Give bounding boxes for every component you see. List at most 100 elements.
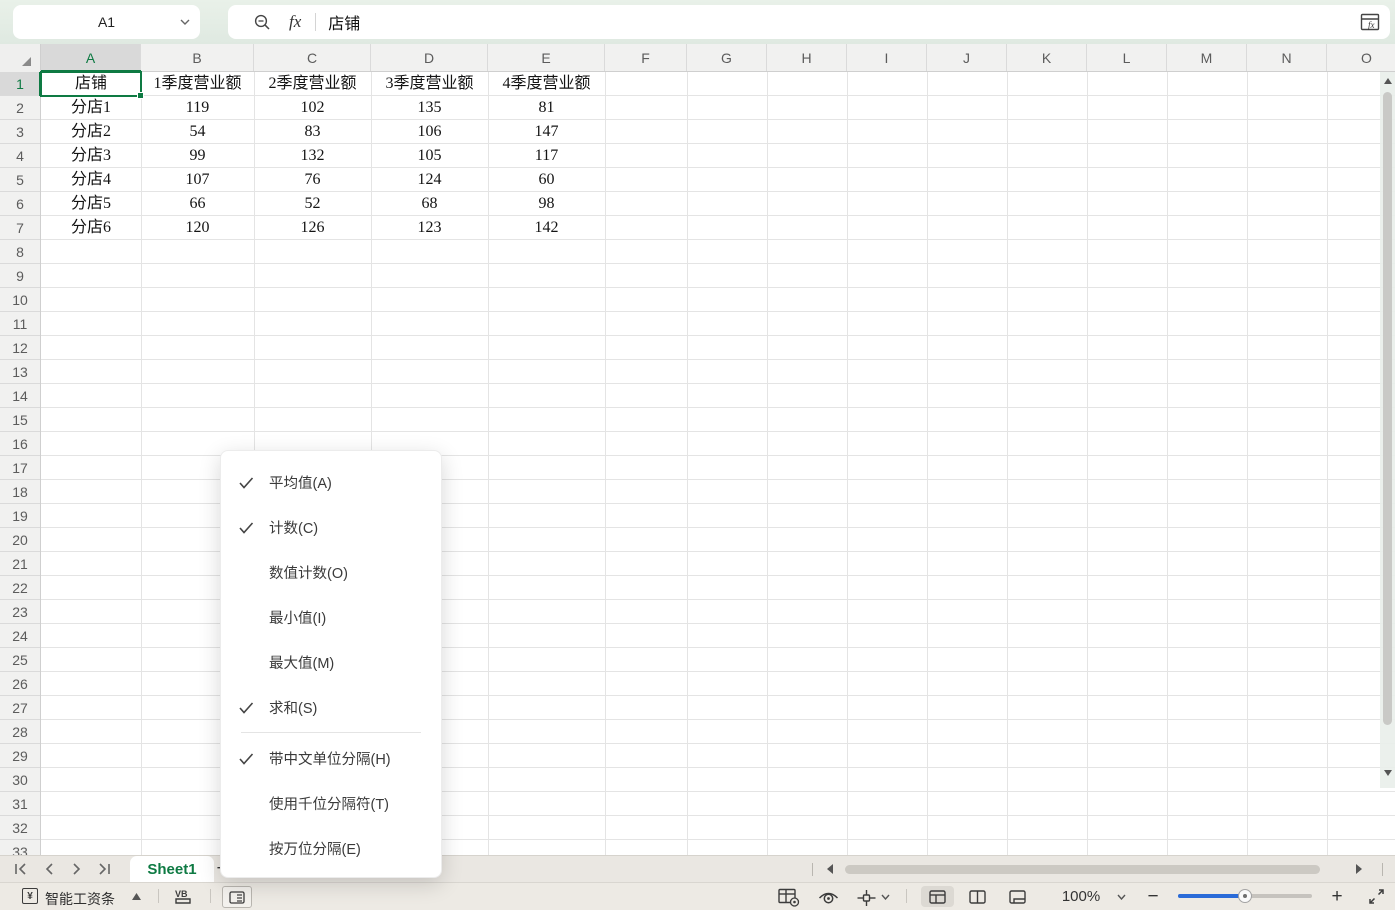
cell-B6[interactable]: 66 [141, 192, 254, 216]
row-header-21[interactable]: 21 [0, 552, 40, 576]
cell-A6[interactable]: 分店5 [41, 192, 141, 216]
row-header-1[interactable]: 1 [0, 72, 40, 96]
horizontal-scrollbar-thumb[interactable] [845, 865, 1320, 874]
cell-C5[interactable]: 76 [254, 168, 371, 192]
search-icon[interactable] [254, 14, 271, 31]
zoom-out-button[interactable]: − [1144, 887, 1162, 906]
cell-E1[interactable]: 4季度营业额 [488, 72, 605, 96]
row-header-19[interactable]: 19 [0, 504, 40, 528]
menu-item-6[interactable]: 求和(S) [221, 685, 441, 730]
scroll-down-icon[interactable] [1384, 770, 1392, 776]
eye-icon[interactable] [817, 888, 840, 906]
row-header-11[interactable]: 11 [0, 312, 40, 336]
scroll-left-icon[interactable] [826, 864, 834, 874]
cell-B1[interactable]: 1季度营业额 [141, 72, 254, 96]
fullscreen-icon[interactable] [1367, 887, 1386, 906]
menu-item-1[interactable]: 平均值(A) [221, 460, 441, 505]
last-sheet-icon[interactable] [97, 863, 111, 875]
sheet-tab-sheet1[interactable]: Sheet1 [130, 856, 214, 883]
cell-B7[interactable]: 120 [141, 216, 254, 240]
cell-E7[interactable]: 142 [488, 216, 605, 240]
cell-B2[interactable]: 119 [141, 96, 254, 120]
insert-function-icon[interactable]: fx [1358, 13, 1380, 32]
cell-B3[interactable]: 54 [141, 120, 254, 144]
column-header-M[interactable]: M [1167, 44, 1247, 71]
cell-D6[interactable]: 68 [371, 192, 488, 216]
triangle-up-icon[interactable] [132, 893, 141, 900]
row-header-25[interactable]: 25 [0, 648, 40, 672]
cell-A2[interactable]: 分店1 [41, 96, 141, 120]
chevron-down-icon[interactable] [180, 19, 190, 25]
menu-item-3[interactable]: 数值计数(O) [221, 550, 441, 595]
row-header-31[interactable]: 31 [0, 792, 40, 816]
cell-D1[interactable]: 3季度营业额 [371, 72, 488, 96]
column-header-O[interactable]: O [1327, 44, 1395, 71]
cell-A7[interactable]: 分店6 [41, 216, 141, 240]
zoom-in-button[interactable]: + [1328, 887, 1346, 906]
scroll-up-icon[interactable] [1384, 78, 1392, 84]
column-header-D[interactable]: D [371, 44, 488, 71]
table-style-icon[interactable] [778, 888, 800, 907]
menu-item-9[interactable]: 按万位分隔(E) [221, 826, 441, 871]
row-header-24[interactable]: 24 [0, 624, 40, 648]
cell-E5[interactable]: 60 [488, 168, 605, 192]
page-layout-button[interactable] [1001, 886, 1034, 907]
row-header-5[interactable]: 5 [0, 168, 40, 192]
row-header-28[interactable]: 28 [0, 720, 40, 744]
cell-B4[interactable]: 99 [141, 144, 254, 168]
row-header-23[interactable]: 23 [0, 600, 40, 624]
row-header-26[interactable]: 26 [0, 672, 40, 696]
column-header-F[interactable]: F [605, 44, 687, 71]
cell-B5[interactable]: 107 [141, 168, 254, 192]
row-header-12[interactable]: 12 [0, 336, 40, 360]
cell-A4[interactable]: 分店3 [41, 144, 141, 168]
row-header-4[interactable]: 4 [0, 144, 40, 168]
zoom-chevron-down-icon[interactable] [1117, 894, 1126, 900]
column-header-N[interactable]: N [1247, 44, 1327, 71]
zoom-level-value[interactable]: 100% [1056, 888, 1106, 905]
row-header-18[interactable]: 18 [0, 480, 40, 504]
row-header-16[interactable]: 16 [0, 432, 40, 456]
cell-C2[interactable]: 102 [254, 96, 371, 120]
outline-view-button[interactable] [222, 886, 252, 908]
cell-D4[interactable]: 105 [371, 144, 488, 168]
cell-E4[interactable]: 117 [488, 144, 605, 168]
formula-bar[interactable]: fx 店铺 fx [228, 5, 1390, 39]
cell-E6[interactable]: 98 [488, 192, 605, 216]
prev-sheet-icon[interactable] [44, 863, 54, 875]
menu-item-7[interactable]: 带中文单位分隔(H) [221, 736, 441, 781]
formula-bar-content[interactable]: 店铺 [328, 10, 360, 34]
vertical-scrollbar[interactable] [1380, 72, 1395, 788]
cell-C3[interactable]: 83 [254, 120, 371, 144]
row-header-2[interactable]: 2 [0, 96, 40, 120]
row-header-33[interactable]: 33 [0, 840, 40, 855]
cell-D7[interactable]: 123 [371, 216, 488, 240]
cell-C7[interactable]: 126 [254, 216, 371, 240]
row-header-14[interactable]: 14 [0, 384, 40, 408]
row-header-20[interactable]: 20 [0, 528, 40, 552]
column-header-G[interactable]: G [687, 44, 767, 71]
cell-C4[interactable]: 132 [254, 144, 371, 168]
cell-E2[interactable]: 81 [488, 96, 605, 120]
row-header-30[interactable]: 30 [0, 768, 40, 792]
column-header-A[interactable]: A [41, 44, 141, 71]
zoom-slider-handle[interactable] [1238, 889, 1252, 903]
menu-item-2[interactable]: 计数(C) [221, 505, 441, 550]
select-all-corner[interactable] [0, 44, 41, 72]
row-header-29[interactable]: 29 [0, 744, 40, 768]
column-header-C[interactable]: C [254, 44, 371, 71]
cell-D2[interactable]: 135 [371, 96, 488, 120]
macro-icon[interactable]: VB [172, 888, 196, 906]
row-header-27[interactable]: 27 [0, 696, 40, 720]
smart-payroll-button[interactable]: 智能工资条 [45, 889, 115, 909]
fill-handle[interactable] [137, 92, 144, 99]
cell-E3[interactable]: 147 [488, 120, 605, 144]
cell-A3[interactable]: 分店2 [41, 120, 141, 144]
cell-A5[interactable]: 分店4 [41, 168, 141, 192]
next-sheet-icon[interactable] [72, 863, 82, 875]
normal-view-button[interactable] [921, 886, 954, 907]
row-header-8[interactable]: 8 [0, 240, 40, 264]
column-header-J[interactable]: J [927, 44, 1007, 71]
name-box[interactable]: A1 [13, 5, 200, 39]
row-header-17[interactable]: 17 [0, 456, 40, 480]
